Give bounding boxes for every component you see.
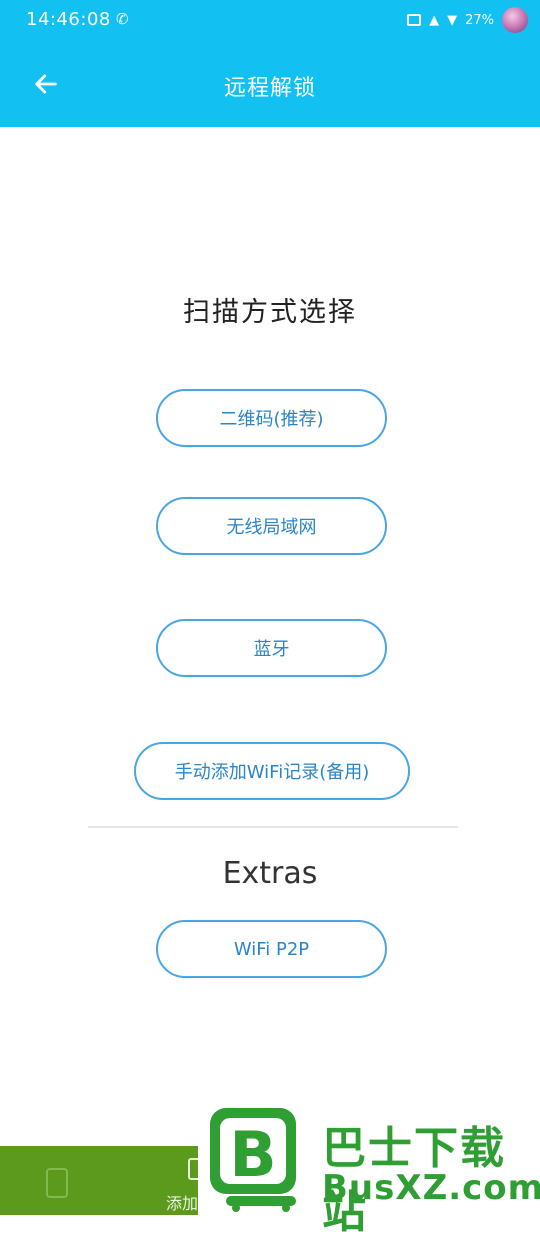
signal-4g-icon: ▲ [429, 12, 440, 28]
bottom-nav-label[interactable]: 添加 [166, 1190, 198, 1214]
status-time: 14:46:08 [26, 9, 111, 30]
scan-method-title: 扫描方式选择 [183, 297, 357, 328]
qr-code-button[interactable]: 二维码(推荐) [156, 389, 387, 447]
status-bar: 14:46:08 ✆ ▲ ▼ 27% [0, 0, 540, 40]
battery-level: 27% [465, 12, 494, 28]
wifi-p2p-button[interactable]: WiFi P2P [156, 920, 387, 978]
app-bar: 远程解锁 [0, 40, 540, 127]
wlan-button[interactable]: 无线局域网 [156, 497, 387, 555]
divider [88, 826, 458, 828]
page-title: 远程解锁 [223, 76, 316, 101]
bluetooth-button[interactable]: 蓝牙 [156, 619, 387, 677]
extras-title: Extras [222, 856, 318, 891]
wifi-icon: ▼ [447, 12, 458, 28]
svg-text:B: B [229, 1118, 276, 1191]
sim-icon [407, 14, 422, 26]
watermark-logo-icon: B [210, 1108, 296, 1212]
phone-icon[interactable] [46, 1168, 68, 1198]
manual-wifi-record-button[interactable]: 手动添加WiFi记录(备用) [134, 742, 410, 800]
status-icons: ▲ ▼ 27% [407, 6, 528, 34]
nfc-icon: ✆ [116, 10, 129, 28]
watermark-text-en: BusXZ.com [322, 1168, 540, 1208]
avatar [502, 7, 528, 33]
